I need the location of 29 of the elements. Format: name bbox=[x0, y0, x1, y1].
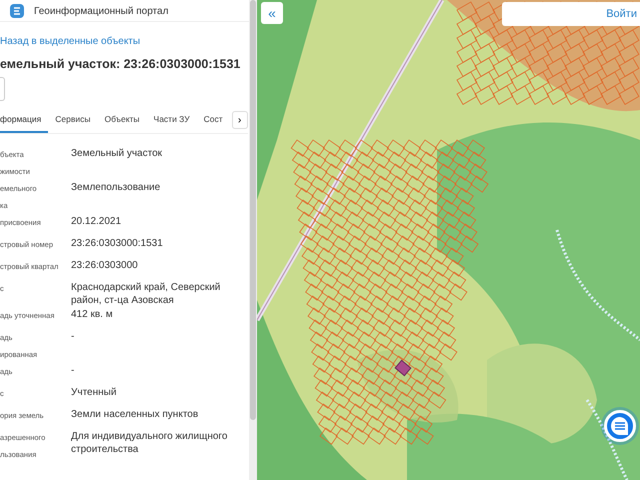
tab[interactable]: Объекты bbox=[97, 107, 147, 133]
scrollbar-thumb[interactable] bbox=[250, 0, 256, 420]
tab[interactable]: Части ЗУ bbox=[146, 107, 197, 133]
object-title: емельный участок: 23:26:0303000:1531 bbox=[0, 57, 242, 71]
property-value: - bbox=[71, 330, 74, 344]
property-value: 412 кв. м bbox=[71, 308, 113, 322]
property-value: 23:26:0303000:1531 bbox=[71, 237, 163, 251]
property-value: Землепользование bbox=[71, 181, 160, 195]
property-value: Для индивидуального жилищного строительства bbox=[71, 430, 228, 457]
tab[interactable]: Сервисы bbox=[48, 107, 98, 133]
tab[interactable]: Сост bbox=[196, 107, 230, 133]
logo-icon bbox=[10, 4, 24, 18]
property-value: 20.12.2021 bbox=[71, 215, 122, 229]
tab[interactable]: формация bbox=[0, 107, 48, 133]
property-value: Учтенный bbox=[71, 386, 116, 400]
scrollbar[interactable] bbox=[249, 0, 257, 480]
chat-icon bbox=[609, 415, 631, 437]
property-value: 23:26:0303000 bbox=[71, 259, 138, 273]
property-value: Земельный участок bbox=[71, 147, 162, 161]
portal-title: Геоинформационный портал bbox=[34, 6, 168, 16]
scroll-right-button[interactable]: › bbox=[232, 111, 248, 129]
property-value: - bbox=[71, 364, 74, 378]
property-value: Земли населенных пунктов bbox=[71, 408, 198, 422]
input-field[interactable] bbox=[0, 77, 5, 101]
collapse-button[interactable]: « bbox=[261, 2, 283, 24]
back-link[interactable]: Назад в выделенные объекты bbox=[0, 36, 140, 47]
login-button[interactable]: Войти bbox=[502, 2, 640, 26]
property-value: Краснодарский край, Северский район, ст-ца Азовская bbox=[71, 281, 222, 307]
map-drawing[interactable] bbox=[257, 0, 640, 480]
